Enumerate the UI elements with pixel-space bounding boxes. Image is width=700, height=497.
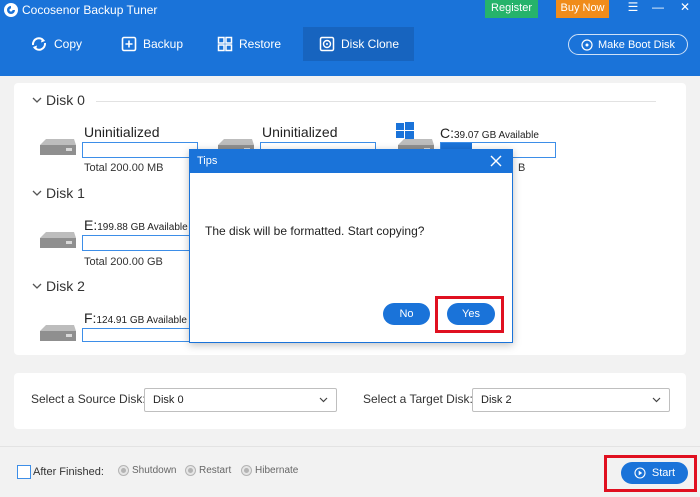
partition-name: C:39.07 GB Available [440,125,539,141]
after-finished-label: After Finished: [33,466,104,478]
radio-icon [185,465,196,476]
restore-tab[interactable]: Restore [207,27,305,61]
chevron-down-icon [32,190,42,196]
buy-now-button[interactable]: Buy Now [556,0,609,18]
divider [96,101,656,102]
after-finished-checkbox[interactable] [17,465,31,479]
bottom-bar: After Finished: Shutdown Restart Hiberna… [0,446,700,497]
make-boot-disk-label: Make Boot Disk [597,38,676,51]
hibernate-radio[interactable]: Hibernate [241,465,298,476]
disk-1-header[interactable]: Disk 1 [32,185,85,201]
disk-0-total: Total 200.00 MB [84,162,164,174]
target-disk-label: Select a Target Disk: [363,392,473,406]
disk-2-label: Disk 2 [46,278,85,294]
chevron-down-icon [652,397,661,403]
dialog-message: The disk will be formatted. Start copyin… [205,224,425,238]
hibernate-label: Hibernate [255,465,299,476]
chevron-down-icon [32,283,42,289]
hdd-icon [40,232,76,248]
partition-name: F:124.91 GB Available [84,310,187,326]
start-highlight-box [604,455,697,492]
make-boot-disk-button[interactable]: Make Boot Disk [568,34,688,55]
copy-icon [31,37,47,51]
disk-1-total: Total 200.00 GB [84,256,163,268]
menu-icon[interactable]: ☰ [623,0,643,18]
disk-clone-tab[interactable]: Disk Clone [303,27,414,61]
close-icon[interactable]: ✕ [675,0,695,18]
partition-usage-bar [82,328,198,342]
shutdown-label: Shutdown [132,465,177,476]
partition-usage-bar [82,235,198,251]
disk-1-label: Disk 1 [46,185,85,201]
radio-icon [118,465,129,476]
disk-0-header[interactable]: Disk 0 [32,92,656,108]
target-disk-select[interactable]: Disk 2 [472,388,670,412]
yes-highlight-box [435,296,504,333]
copy-tab[interactable]: Copy [20,27,110,61]
close-icon[interactable] [490,155,502,167]
restart-label: Restart [199,465,232,476]
disk-selector-panel: Select a Source Disk: Disk 0 Select a Ta… [14,373,686,429]
restore-icon [217,36,233,52]
disk-clone-tab-label: Disk Clone [341,37,400,51]
disk-0-total-partial: B [518,162,526,174]
disk-0-label: Disk 0 [46,92,85,108]
partition-name: Uninitialized [84,124,160,140]
title-bar: Cocosenor Backup Tuner Register Buy Now … [0,0,700,20]
app-logo-icon [4,3,18,17]
hdd-icon [40,325,76,341]
partition-name: E:199.88 GB Available [84,217,188,233]
register-button[interactable]: Register [485,0,538,18]
backup-icon [121,36,137,52]
target-disk-value: Disk 2 [481,394,512,406]
backup-tab[interactable]: Backup [111,27,201,61]
source-disk-label: Select a Source Disk: [31,392,146,406]
partition-usage-bar [82,142,198,158]
disk-clone-icon [319,36,335,52]
minimize-icon[interactable]: — [648,0,668,18]
partition-name: Uninitialized [262,124,338,140]
radio-icon [241,465,252,476]
no-button[interactable]: No [383,303,430,325]
hdd-icon [40,139,76,155]
source-disk-value: Disk 0 [153,394,184,406]
app-title: Cocosenor Backup Tuner [22,3,158,17]
tips-dialog: Tips The disk will be formatted. Start c… [189,149,513,343]
shutdown-radio[interactable]: Shutdown [118,465,176,476]
restart-radio[interactable]: Restart [185,465,231,476]
dialog-title: Tips [197,155,218,167]
restore-tab-label: Restore [239,37,282,51]
chevron-down-icon [32,97,42,103]
top-bar: Cocosenor Backup Tuner Register Buy Now … [0,0,700,76]
source-disk-select[interactable]: Disk 0 [144,388,337,412]
copy-tab-label: Copy [54,37,83,51]
dialog-title-bar: Tips [190,150,512,173]
chevron-down-icon [319,397,328,403]
boot-disk-icon [581,38,593,51]
disk-2-header[interactable]: Disk 2 [32,278,85,294]
backup-tab-label: Backup [143,37,184,51]
